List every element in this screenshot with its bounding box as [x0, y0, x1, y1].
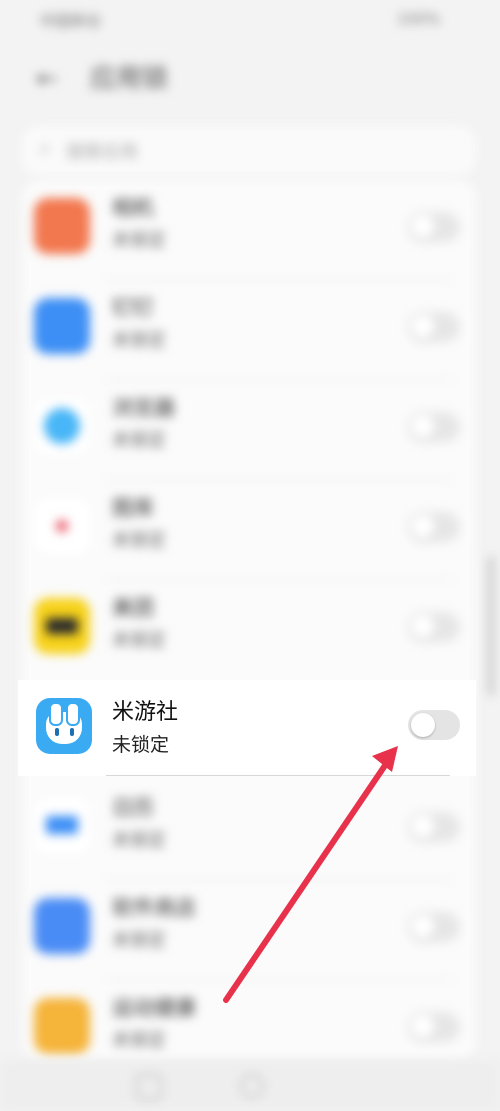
lock-toggle[interactable]: [408, 412, 460, 442]
app-name: 钉钉: [112, 296, 154, 320]
status-bar: 中国移动 100%: [0, 0, 500, 36]
lock-toggle[interactable]: [408, 212, 460, 242]
app-row[interactable]: 图库 未锁定: [0, 480, 500, 580]
scrollbar[interactable]: [488, 556, 494, 696]
dingtalk-app-icon: [34, 298, 90, 354]
app-row[interactable]: 钉钉 未锁定: [0, 280, 500, 380]
camera-app-icon: [34, 198, 90, 254]
app-status: 未锁定: [112, 430, 166, 451]
app-status: 未锁定: [112, 830, 166, 851]
app-status: 未锁定: [112, 930, 166, 951]
page-title: 应用锁: [90, 64, 169, 94]
app-status: 未锁定: [112, 530, 166, 551]
back-arrow-icon[interactable]: ←: [36, 64, 58, 94]
app-name: 米游社: [112, 700, 179, 725]
app-row[interactable]: 日历 未锁定: [0, 780, 500, 880]
lock-toggle[interactable]: [408, 612, 460, 642]
app-name: 浏览器: [112, 396, 175, 420]
search-placeholder: 搜索应用: [66, 142, 138, 163]
app-row[interactable]: 美团 未锁定: [0, 580, 500, 680]
app-row-miyoushe[interactable]: 米游社 未锁定: [18, 680, 476, 776]
app-status: 未锁定: [112, 1030, 166, 1051]
app-name: 软件商店: [112, 896, 196, 920]
row-divider: [106, 775, 450, 776]
lock-toggle[interactable]: [408, 912, 460, 942]
carrier-label: 中国移动: [40, 12, 101, 30]
app-row[interactable]: 软件商店 未锁定: [0, 880, 500, 980]
miyoushe-app-icon: [36, 698, 92, 754]
app-store-icon: [34, 898, 90, 954]
app-name: 美团: [112, 596, 154, 620]
meituan-app-icon: [34, 598, 90, 654]
lock-toggle[interactable]: [408, 512, 460, 542]
app-name: 日历: [112, 796, 154, 820]
health-app-icon: [34, 998, 90, 1054]
app-status: 未锁定: [112, 630, 166, 651]
app-name: 图库: [112, 496, 154, 520]
lock-toggle[interactable]: [408, 812, 460, 842]
app-status: 未锁定: [112, 330, 166, 351]
lock-toggle[interactable]: [408, 1012, 460, 1042]
recent-apps-icon[interactable]: [136, 1074, 162, 1100]
lock-toggle[interactable]: [408, 312, 460, 342]
home-icon[interactable]: [240, 1074, 264, 1098]
search-bar[interactable]: ⌕ 搜索应用: [22, 126, 476, 176]
navigation-bar: [0, 1060, 500, 1111]
search-icon: ⌕: [40, 138, 51, 159]
app-row[interactable]: 浏览器 未锁定: [0, 380, 500, 480]
lock-toggle[interactable]: [408, 710, 460, 740]
app-name: 相机: [112, 196, 154, 220]
calendar-app-icon: [34, 798, 90, 854]
app-status: 未锁定: [112, 230, 166, 251]
browser-app-icon: [34, 398, 90, 454]
battery-label: 100%: [397, 10, 440, 28]
header: ← 应用锁: [0, 40, 500, 110]
gallery-app-icon: [34, 498, 90, 554]
app-row[interactable]: 相机 未锁定: [0, 180, 500, 280]
app-status: 未锁定: [112, 734, 170, 756]
app-name: 运动健康: [112, 996, 196, 1020]
